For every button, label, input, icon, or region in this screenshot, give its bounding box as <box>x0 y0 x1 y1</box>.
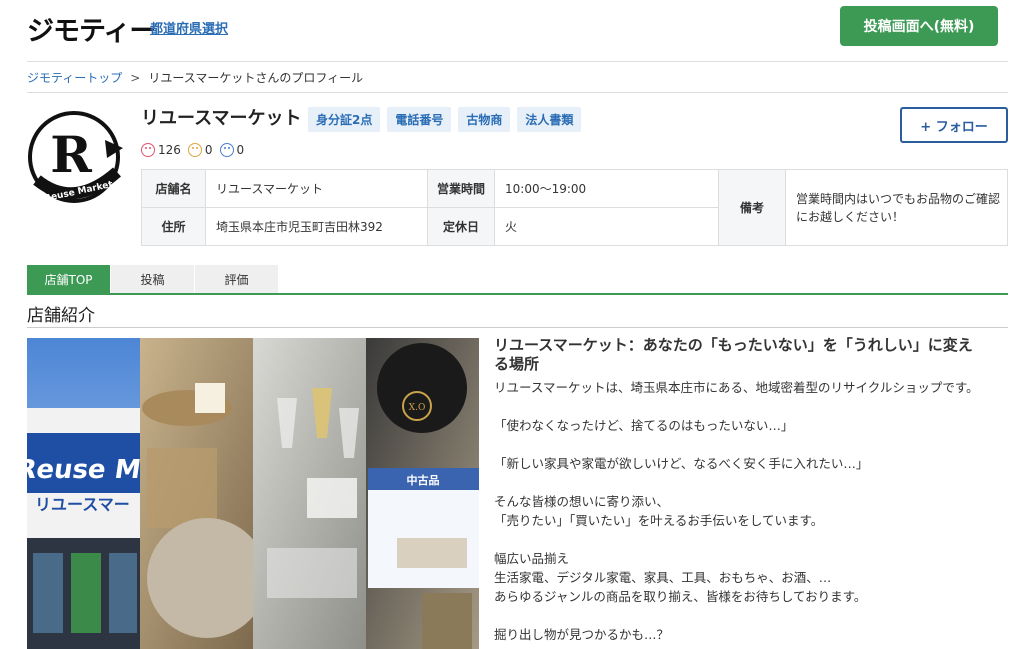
breadcrumb: ジモティートップ > リユースマーケットさんのプロフィール <box>27 69 363 86</box>
intro-title-line-2: る場所 <box>494 355 540 373</box>
breadcrumb-current: リユースマーケットさんのプロフィール <box>148 71 364 85</box>
closed-day-label: 定休日 <box>428 208 494 245</box>
address-value: 埼玉県本庄市児玉町吉田林392 <box>216 220 383 234</box>
store-name-label: 店舗名 <box>142 170 205 207</box>
intro-line: あらゆるジャンルの商品を取り揃え、皆様をお待ちしております。 <box>494 589 867 604</box>
intro-body: リユースマーケットは、埼玉県本庄市にある、地域密着型のリサイクルショップです。 … <box>494 378 1014 644</box>
shop-info-table: 店舗名 リユースマーケット 営業時間 10:00〜19:00 住所 埼玉県本庄市… <box>141 169 1008 246</box>
site-header: ジモティー 都道府県選択 投稿画面へ(無料) <box>0 0 1024 58</box>
header-divider <box>27 61 1008 62</box>
breadcrumb-home-link[interactable]: ジモティートップ <box>27 69 122 86</box>
closed-day-value: 火 <box>505 220 518 234</box>
intro-line: リユースマーケットは、埼玉県本庄市にある、地域密着型のリサイクルショップです。 <box>494 380 979 395</box>
post-button[interactable]: 投稿画面へ(無料) <box>840 6 998 46</box>
badge-corporate: 法人書類 <box>517 107 582 132</box>
hours-value: 10:00〜19:00 <box>505 182 587 196</box>
intro-line: 「売りたい」「買いたい」を叶えるお手伝いをしています。 <box>494 513 824 528</box>
intro-title-line-1: リユースマーケット：あなたの「もったいない」を「うれしい」に変え <box>494 336 973 354</box>
sign-subtext: リユースマー <box>35 495 130 514</box>
ratings: 126 0 0 <box>141 143 248 157</box>
good-rating-count: 126 <box>158 143 181 157</box>
note-value: 営業時間内はいつでもお品物のご確認 にお越しください！ <box>786 170 1007 245</box>
shop-tabs: 店舗TOP 投稿 評価 <box>27 265 279 293</box>
badge-antique-dealer: 古物商 <box>458 107 511 132</box>
section-divider <box>27 327 1008 328</box>
follow-button[interactable]: + フォロー <box>900 107 1008 143</box>
tab-reviews[interactable]: 評価 <box>195 265 278 293</box>
tab-shop-top[interactable]: 店舗TOP <box>27 265 110 293</box>
store-name-value: リユースマーケット <box>216 182 324 196</box>
neutral-face-icon <box>187 143 202 157</box>
intro-line <box>494 473 1014 492</box>
intro-line: 生活家電、デジタル家電、家具、工具、おもちゃ、お酒、… <box>494 570 832 585</box>
intro-line: 幅広い品揃え <box>494 551 570 566</box>
hours-label: 営業時間 <box>428 170 494 207</box>
intro-line <box>494 606 1014 625</box>
bad-face-icon <box>219 143 234 157</box>
badge-id: 身分証2点 <box>308 107 381 132</box>
intro-line: そんな皆様の想いに寄り添い、 <box>494 494 670 509</box>
note-line-2: にお越しください！ <box>796 209 905 224</box>
price-tag-label: 中古品 <box>407 473 440 487</box>
address-label: 住所 <box>142 208 205 245</box>
intro-line: 「使わなくなったけど、捨てるのはもったいない…」 <box>494 418 794 433</box>
intro-line <box>494 530 1014 549</box>
bad-rating-count: 0 <box>236 143 245 157</box>
site-logo[interactable]: ジモティー <box>27 9 156 48</box>
breadcrumb-separator: > <box>130 70 141 85</box>
good-face-icon <box>141 143 155 157</box>
note-label: 備考 <box>719 170 785 245</box>
intro-line: 掘り出し物が見つかるかも…？ <box>494 627 670 642</box>
shop-photo: Reuse M リユースマー X.O 中古品 <box>27 338 479 649</box>
intro-line <box>494 397 1014 416</box>
shop-logo: R Reuse Market <box>27 110 127 206</box>
logo-letter: R <box>50 125 92 184</box>
section-title: 店舗紹介 <box>27 306 95 326</box>
intro-line: 「新しい家具や家電が欲しいけど、なるべく安く手に入れたい…」 <box>494 456 869 471</box>
neutral-rating-count: 0 <box>204 143 213 157</box>
prefecture-select-link[interactable]: 都道府県選択 <box>150 18 228 37</box>
shop-name: リユースマーケット <box>141 108 302 129</box>
sign-text: Reuse M <box>27 455 143 485</box>
xo-label: X.O <box>409 403 426 413</box>
intro-title: リユースマーケット：あなたの「もったいない」を「うれしい」に変え る場所 <box>494 336 1014 374</box>
tab-posts[interactable]: 投稿 <box>111 265 194 293</box>
badge-phone: 電話番号 <box>387 107 452 132</box>
note-line-1: 営業時間内はいつでもお品物のご確認 <box>796 191 1001 206</box>
intro-line <box>494 435 1014 454</box>
verification-badges: 身分証2点 電話番号 古物商 法人書類 <box>308 107 582 132</box>
breadcrumb-divider <box>27 92 1008 93</box>
tabs-underline <box>27 293 1008 295</box>
